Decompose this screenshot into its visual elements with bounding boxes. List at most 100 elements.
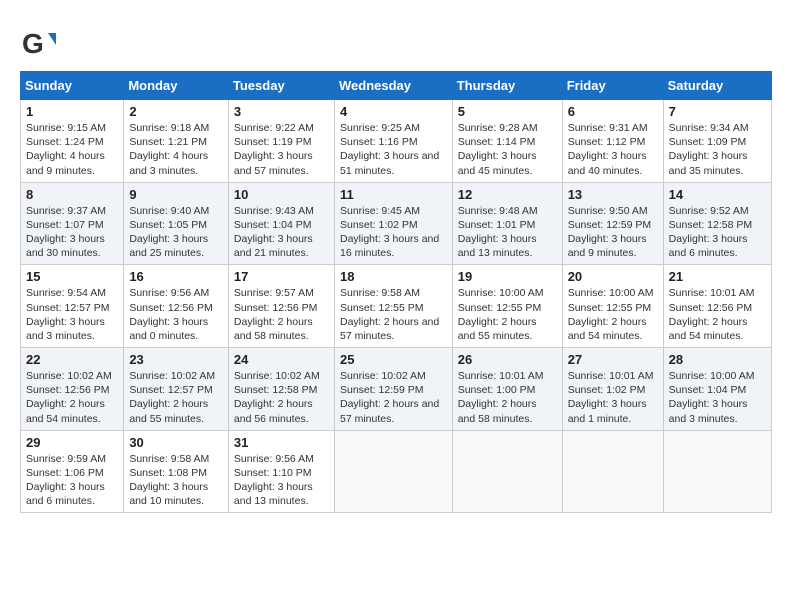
cell-info: Sunrise: 10:00 AMSunset: 12:55 PMDayligh… xyxy=(568,286,658,343)
calendar-cell: 13 Sunrise: 9:50 AMSunset: 12:59 PMDaylig… xyxy=(562,182,663,265)
calendar-cell: 15 Sunrise: 9:54 AMSunset: 12:57 PMDaylig… xyxy=(21,265,124,348)
calendar-cell: 5Sunrise: 9:28 AMSunset: 1:14 PMDaylight… xyxy=(452,100,562,183)
cell-info: Sunrise: 10:01 AMSunset: 1:02 PMDaylight… xyxy=(568,369,658,426)
calendar-cell: 3 Sunrise: 9:22 AMSunset: 1:19 PMDaylight… xyxy=(228,100,334,183)
calendar-cell: 2 Sunrise: 9:18 AMSunset: 1:21 PMDaylight… xyxy=(124,100,229,183)
cell-info: Sunrise: 9:57 AMSunset: 12:56 PMDaylight… xyxy=(234,286,329,343)
day-number: 30 xyxy=(129,435,223,450)
calendar-cell: 7 Sunrise: 9:34 AMSunset: 1:09 PMDaylight… xyxy=(663,100,771,183)
weekday-header: Thursday xyxy=(452,72,562,100)
calendar-row: 8Sunrise: 9:37 AMSunset: 1:07 PMDaylight… xyxy=(21,182,772,265)
calendar-cell xyxy=(452,430,562,513)
cell-info: Sunrise: 10:02 AMSunset: 12:58 PMDayligh… xyxy=(234,369,329,426)
calendar-cell: 1 Sunrise: 9:15 AMSunset: 1:24 PMDaylight… xyxy=(21,100,124,183)
day-number: 18 xyxy=(340,269,447,284)
cell-info: Sunrise: 9:25 AMSunset: 1:16 PMDaylight:… xyxy=(340,121,447,178)
calendar-row: 1 Sunrise: 9:15 AMSunset: 1:24 PMDaylight… xyxy=(21,100,772,183)
day-number: 12 xyxy=(458,187,557,202)
logo-icon: G xyxy=(20,25,56,61)
calendar-cell: 27 Sunrise: 10:01 AMSunset: 1:02 PMDaylig… xyxy=(562,348,663,431)
weekday-header: Sunday xyxy=(21,72,124,100)
cell-info: Sunrise: 9:48 AMSunset: 1:01 PMDaylight:… xyxy=(458,204,557,261)
day-number: 1 xyxy=(26,104,118,119)
calendar-row: 22Sunrise: 10:02 AMSunset: 12:56 PMDayli… xyxy=(21,348,772,431)
cell-info: Sunrise: 9:22 AMSunset: 1:19 PMDaylight:… xyxy=(234,121,329,178)
day-number: 13 xyxy=(568,187,658,202)
calendar-cell xyxy=(562,430,663,513)
day-number: 21 xyxy=(669,269,766,284)
day-number: 8 xyxy=(26,187,118,202)
day-number: 16 xyxy=(129,269,223,284)
calendar-cell: 23Sunrise: 10:02 AMSunset: 12:57 PMDayli… xyxy=(124,348,229,431)
day-number: 25 xyxy=(340,352,447,367)
calendar-cell: 6 Sunrise: 9:31 AMSunset: 1:12 PMDaylight… xyxy=(562,100,663,183)
cell-info: Sunrise: 9:58 AMSunset: 1:08 PMDaylight:… xyxy=(129,452,223,509)
cell-info: Sunrise: 9:31 AMSunset: 1:12 PMDaylight:… xyxy=(568,121,658,178)
day-number: 19 xyxy=(458,269,557,284)
calendar-cell: 17 Sunrise: 9:57 AMSunset: 12:56 PMDaylig… xyxy=(228,265,334,348)
day-number: 5 xyxy=(458,104,557,119)
calendar-cell: 28 Sunrise: 10:00 AMSunset: 1:04 PMDaylig… xyxy=(663,348,771,431)
cell-info: Sunrise: 10:00 AMSunset: 12:55 PMDayligh… xyxy=(458,286,557,343)
calendar-cell: 31Sunrise: 9:56 AMSunset: 1:10 PMDayligh… xyxy=(228,430,334,513)
calendar-cell: 9 Sunrise: 9:40 AMSunset: 1:05 PMDaylight… xyxy=(124,182,229,265)
cell-info: Sunrise: 10:01 AMSunset: 1:00 PMDaylight… xyxy=(458,369,557,426)
calendar-cell: 24 Sunrise: 10:02 AMSunset: 12:58 PMDayli… xyxy=(228,348,334,431)
day-number: 2 xyxy=(129,104,223,119)
calendar-cell: 30 Sunrise: 9:58 AMSunset: 1:08 PMDayligh… xyxy=(124,430,229,513)
page-header: G xyxy=(20,20,772,61)
cell-info: Sunrise: 10:01 AMSunset: 12:56 PMDayligh… xyxy=(669,286,766,343)
calendar-cell: 12 Sunrise: 9:48 AMSunset: 1:01 PMDayligh… xyxy=(452,182,562,265)
calendar-cell: 22Sunrise: 10:02 AMSunset: 12:56 PMDayli… xyxy=(21,348,124,431)
cell-info: Sunrise: 9:40 AMSunset: 1:05 PMDaylight:… xyxy=(129,204,223,261)
cell-info: Sunrise: 9:34 AMSunset: 1:09 PMDaylight:… xyxy=(669,121,766,178)
cell-info: Sunrise: 9:56 AMSunset: 1:10 PMDaylight:… xyxy=(234,452,329,509)
calendar-cell xyxy=(334,430,452,513)
calendar-cell: 26 Sunrise: 10:01 AMSunset: 1:00 PMDaylig… xyxy=(452,348,562,431)
calendar-header: SundayMondayTuesdayWednesdayThursdayFrid… xyxy=(21,72,772,100)
cell-info: Sunrise: 9:54 AMSunset: 12:57 PMDaylight… xyxy=(26,286,118,343)
cell-info: Sunrise: 9:50 AMSunset: 12:59 PMDaylight… xyxy=(568,204,658,261)
day-number: 26 xyxy=(458,352,557,367)
header-row: SundayMondayTuesdayWednesdayThursdayFrid… xyxy=(21,72,772,100)
cell-info: Sunrise: 9:15 AMSunset: 1:24 PMDaylight:… xyxy=(26,121,118,178)
calendar-cell: 11Sunrise: 9:45 AMSunset: 1:02 PMDayligh… xyxy=(334,182,452,265)
calendar-cell: 4Sunrise: 9:25 AMSunset: 1:16 PMDaylight… xyxy=(334,100,452,183)
day-number: 11 xyxy=(340,187,447,202)
day-number: 15 xyxy=(26,269,118,284)
logo: G xyxy=(20,25,60,61)
day-number: 14 xyxy=(669,187,766,202)
day-number: 7 xyxy=(669,104,766,119)
day-number: 29 xyxy=(26,435,118,450)
cell-info: Sunrise: 9:52 AMSunset: 12:58 PMDaylight… xyxy=(669,204,766,261)
day-number: 9 xyxy=(129,187,223,202)
calendar-cell: 16 Sunrise: 9:56 AMSunset: 12:56 PMDaylig… xyxy=(124,265,229,348)
weekday-header: Saturday xyxy=(663,72,771,100)
weekday-header: Wednesday xyxy=(334,72,452,100)
cell-info: Sunrise: 9:56 AMSunset: 12:56 PMDaylight… xyxy=(129,286,223,343)
cell-info: Sunrise: 9:43 AMSunset: 1:04 PMDaylight:… xyxy=(234,204,329,261)
cell-info: Sunrise: 9:18 AMSunset: 1:21 PMDaylight:… xyxy=(129,121,223,178)
cell-info: Sunrise: 10:02 AMSunset: 12:56 PMDayligh… xyxy=(26,369,118,426)
weekday-header: Friday xyxy=(562,72,663,100)
day-number: 3 xyxy=(234,104,329,119)
calendar-cell: 29Sunrise: 9:59 AMSunset: 1:06 PMDayligh… xyxy=(21,430,124,513)
calendar-cell: 18 Sunrise: 9:58 AMSunset: 12:55 PMDaylig… xyxy=(334,265,452,348)
cell-info: Sunrise: 10:00 AMSunset: 1:04 PMDaylight… xyxy=(669,369,766,426)
calendar-cell: 8Sunrise: 9:37 AMSunset: 1:07 PMDaylight… xyxy=(21,182,124,265)
day-number: 6 xyxy=(568,104,658,119)
day-number: 20 xyxy=(568,269,658,284)
day-number: 27 xyxy=(568,352,658,367)
calendar-table: SundayMondayTuesdayWednesdayThursdayFrid… xyxy=(20,71,772,513)
cell-info: Sunrise: 9:58 AMSunset: 12:55 PMDaylight… xyxy=(340,286,447,343)
calendar-body: 1 Sunrise: 9:15 AMSunset: 1:24 PMDaylight… xyxy=(21,100,772,513)
day-number: 28 xyxy=(669,352,766,367)
day-number: 17 xyxy=(234,269,329,284)
calendar-cell: 20 Sunrise: 10:00 AMSunset: 12:55 PMDayli… xyxy=(562,265,663,348)
day-number: 24 xyxy=(234,352,329,367)
weekday-header: Tuesday xyxy=(228,72,334,100)
day-number: 23 xyxy=(129,352,223,367)
weekday-header: Monday xyxy=(124,72,229,100)
calendar-row: 29Sunrise: 9:59 AMSunset: 1:06 PMDayligh… xyxy=(21,430,772,513)
calendar-cell: 14 Sunrise: 9:52 AMSunset: 12:58 PMDaylig… xyxy=(663,182,771,265)
